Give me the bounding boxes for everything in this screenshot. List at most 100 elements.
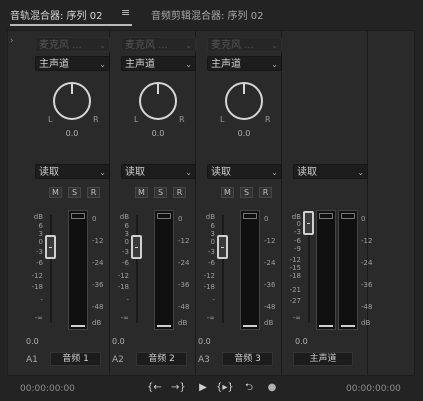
track-name-field[interactable]: 音频 1 — [50, 352, 101, 366]
go-to-out-point-icon[interactable]: →} — [171, 381, 186, 395]
db-scale-label: 6 — [124, 222, 129, 230]
volume-fader-track[interactable] — [50, 215, 52, 323]
track-name-field[interactable]: 主声道 — [293, 352, 353, 366]
meter-scale-label: 0 — [264, 215, 269, 223]
volume-fader-handle[interactable] — [131, 235, 142, 259]
meter-scale-label: -48 — [361, 303, 373, 311]
db-scale-label: 0 — [124, 238, 129, 246]
level-meter — [338, 210, 358, 330]
automation-mode-dropdown[interactable]: 读取 ⌄ — [207, 164, 282, 179]
volume-value[interactable]: 0.0 — [198, 337, 211, 346]
peak-indicator[interactable] — [157, 213, 171, 219]
hamburger-menu-icon[interactable]: ≡ — [121, 6, 130, 19]
db-scale-label: -12 — [203, 272, 215, 280]
meter-scale-label: dB — [178, 319, 188, 327]
track-id: A2 — [112, 355, 124, 365]
peak-indicator[interactable] — [71, 213, 85, 219]
go-to-in-point-icon[interactable]: {← — [147, 381, 162, 395]
chevron-down-icon: ⌄ — [99, 168, 106, 177]
db-scale-label: -3 — [122, 248, 129, 256]
db-scale-label: -3 — [208, 248, 215, 256]
track-name-field[interactable]: 音频 3 — [222, 352, 273, 366]
volume-value[interactable]: 0.0 — [295, 337, 308, 346]
peak-indicator[interactable] — [319, 213, 333, 219]
input-dropdown[interactable]: 麦克风 ... ⌄ — [121, 37, 196, 52]
db-scale-label: -12 — [117, 272, 129, 280]
pan-value: 0.0 — [65, 129, 79, 138]
chevron-down-icon: ⌄ — [271, 60, 278, 69]
volume-fader-handle[interactable] — [303, 211, 314, 235]
db-scale-label: -9 — [294, 245, 301, 253]
volume-fader-handle[interactable] — [45, 235, 56, 259]
db-scale-label: 3 — [124, 230, 129, 238]
peak-indicator[interactable] — [243, 213, 257, 219]
automation-mode-dropdown[interactable]: 读取 ⌄ — [293, 164, 368, 179]
tab-audio-clip-mixer[interactable]: 音频剪辑混合器: 序列 02 — [151, 7, 263, 22]
mute-button[interactable]: M — [49, 187, 62, 198]
tab-audio-track-mixer[interactable]: 音轨混合器: 序列 02 — [10, 7, 102, 22]
db-scale-label: -3 — [36, 248, 43, 256]
volume-fader-track[interactable] — [136, 215, 138, 323]
loop-icon[interactable]: ⮌ — [242, 381, 256, 395]
channel-strip-a3: 麦克风 ... ⌄ 主声道 ⌄ L R 0.0 读取 ⌄ M S RdB 6 3 0 -3 -6 -12 -18- -… — [195, 31, 282, 375]
input-value: 麦克风 ... — [39, 40, 82, 51]
pan-right-label: R — [265, 115, 271, 124]
play-icon[interactable]: ▶ — [196, 381, 210, 395]
volume-fader-handle[interactable] — [217, 235, 228, 259]
record-arm-button[interactable]: R — [259, 187, 272, 198]
automation-mode-dropdown[interactable]: 读取 ⌄ — [35, 164, 110, 179]
mute-button[interactable]: M — [221, 187, 234, 198]
expand-arrow-icon[interactable]: › — [10, 36, 14, 46]
pan-knob[interactable] — [138, 81, 178, 121]
db-scale-label: 3 — [210, 230, 215, 238]
output-dropdown[interactable]: 主声道 ⌄ — [207, 56, 282, 71]
peak-indicator[interactable] — [341, 213, 355, 219]
timecode-duration: 00:00:00:00 — [346, 384, 401, 394]
record-arm-button[interactable]: R — [87, 187, 100, 198]
meter-scale-label: -48 — [178, 303, 190, 311]
meter-scale-label: -12 — [92, 237, 104, 245]
pan-knob[interactable] — [52, 81, 92, 121]
automation-mode-value: 读取 — [297, 167, 317, 178]
audio-track-mixer-panel: 音轨混合器: 序列 02 ≡ 音频剪辑混合器: 序列 02 › 麦克风 ... ⌄… — [0, 0, 423, 401]
input-dropdown[interactable]: 麦克风 ... ⌄ — [35, 37, 110, 52]
play-in-to-out-icon[interactable]: {▸} — [216, 381, 234, 395]
db-scale-label: -6 — [122, 259, 129, 267]
record-arm-button[interactable]: R — [173, 187, 186, 198]
chevron-down-icon: ⌄ — [185, 41, 192, 50]
meter-level-bar — [341, 325, 355, 327]
level-meter — [154, 210, 174, 330]
volume-fader-track[interactable] — [222, 215, 224, 323]
output-dropdown[interactable]: 主声道 ⌄ — [121, 56, 196, 71]
pan-left-label: L — [220, 115, 225, 124]
db-scale-label: -18 — [203, 283, 215, 291]
db-scale-label: -12 — [289, 256, 301, 264]
pan-knob[interactable] — [224, 81, 264, 121]
meter-scale-label: 0 — [178, 215, 183, 223]
input-dropdown[interactable]: 麦克风 ... ⌄ — [207, 37, 282, 52]
channel-strip-master: 读取 ⌄ dB 0 -3 -6 -9 -12 -15 -18 -21 -27 -∞ 0 -12 -24 -36-… — [281, 31, 372, 375]
db-scale-label: -6 — [208, 259, 215, 267]
solo-button[interactable]: S — [68, 187, 81, 198]
meter-scale-label: dB — [361, 319, 371, 327]
track-name-field[interactable]: 音频 2 — [136, 352, 187, 366]
db-scale-label: 0 — [38, 238, 43, 246]
db-scale-label: -∞ — [292, 314, 301, 322]
meter-level-bar — [157, 325, 171, 327]
volume-value[interactable]: 0.0 — [112, 337, 125, 346]
timecode-current[interactable]: 00:00:00:00 — [20, 384, 75, 394]
meter-scale-label: -36 — [178, 281, 190, 289]
input-value: 麦克风 ... — [125, 40, 168, 51]
solo-button[interactable]: S — [240, 187, 253, 198]
level-meter — [240, 210, 260, 330]
db-scale-label: 0 — [296, 220, 301, 228]
meter-scale-label: dB — [264, 319, 274, 327]
db-scale-label: -∞ — [206, 314, 215, 322]
mute-button[interactable]: M — [135, 187, 148, 198]
volume-value[interactable]: 0.0 — [26, 337, 39, 346]
output-dropdown[interactable]: 主声道 ⌄ — [35, 56, 110, 71]
solo-button[interactable]: S — [154, 187, 167, 198]
automation-mode-dropdown[interactable]: 读取 ⌄ — [121, 164, 196, 179]
chevron-down-icon: ⌄ — [185, 168, 192, 177]
record-icon[interactable]: ● — [265, 381, 279, 395]
